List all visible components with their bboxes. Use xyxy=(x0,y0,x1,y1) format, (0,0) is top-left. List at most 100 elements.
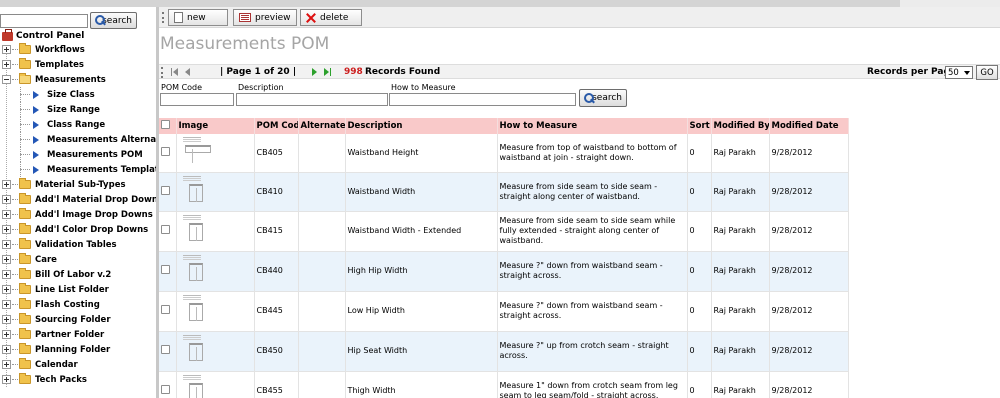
delete-button[interactable]: delete xyxy=(300,9,362,26)
first-page-icon[interactable] xyxy=(171,68,179,77)
expand-icon[interactable] xyxy=(2,375,11,384)
row-checkbox[interactable] xyxy=(161,345,170,354)
expand-icon[interactable] xyxy=(2,195,11,204)
column-header-image[interactable]: Image xyxy=(176,118,255,134)
sidebar-item-workflows[interactable]: Workflows xyxy=(0,42,85,57)
pom-thumbnail-image[interactable] xyxy=(182,374,219,398)
sidebar-item-sourcing-folder[interactable]: Sourcing Folder xyxy=(0,312,111,327)
table-row[interactable]: CB455 Thigh Width Measure 1" down from c… xyxy=(159,371,849,398)
expand-icon[interactable] xyxy=(2,300,11,309)
expand-icon[interactable] xyxy=(2,270,11,279)
expand-icon[interactable] xyxy=(2,330,11,339)
cell-modified-date: 9/28/2012 xyxy=(769,134,849,173)
collapse-icon[interactable] xyxy=(2,75,11,84)
sidebar-subitem-class-range[interactable]: Class Range xyxy=(20,117,105,132)
how-to-measure-filter-input[interactable] xyxy=(389,93,576,106)
sidebar-item-care[interactable]: Care xyxy=(0,252,57,267)
row-checkbox[interactable] xyxy=(161,265,170,274)
pom-thumbnail-image[interactable] xyxy=(182,294,219,328)
column-header-sort[interactable]: Sort xyxy=(687,118,712,134)
expand-icon[interactable] xyxy=(2,45,11,54)
sidebar-item-label: Planning Folder xyxy=(35,344,111,355)
cell-pom-code: CB405 xyxy=(254,134,299,173)
table-row[interactable]: CB440 High Hip Width Measure ?" down fro… xyxy=(159,251,849,292)
sidebar-subitem-size-range[interactable]: Size Range xyxy=(20,102,100,117)
column-header-alternates[interactable]: Alternates xyxy=(298,118,346,134)
pom-thumbnail-image[interactable] xyxy=(182,334,219,368)
sidebar-item-calendar[interactable]: Calendar xyxy=(0,357,78,372)
previous-page-icon[interactable] xyxy=(185,68,193,77)
sidebar-subitem-measurements-templates[interactable]: Measurements Templates xyxy=(20,162,156,177)
expand-icon[interactable] xyxy=(2,60,11,69)
table-row[interactable]: CB445 Low Hip Width Measure ?" down from… xyxy=(159,291,849,332)
row-checkbox[interactable] xyxy=(161,305,170,314)
go-button[interactable]: GO xyxy=(976,65,998,80)
sidebar-item-addl-color-drop-downs[interactable]: Add'l Color Drop Downs xyxy=(0,222,148,237)
pom-thumbnail-image[interactable] xyxy=(182,254,219,288)
sidebar-item-line-list-folder[interactable]: Line List Folder xyxy=(0,282,109,297)
select-all-checkbox[interactable] xyxy=(161,120,170,129)
row-checkbox[interactable] xyxy=(161,225,170,234)
new-button[interactable]: new xyxy=(168,9,228,26)
preview-button[interactable]: preview xyxy=(233,9,297,26)
search-icon xyxy=(584,92,595,104)
table-row[interactable]: CB405 Waistband Height Measure from top … xyxy=(159,134,849,173)
expand-icon[interactable] xyxy=(2,225,11,234)
sidebar-item-measurements[interactable]: Measurements xyxy=(0,72,106,87)
column-header-how-to-measure[interactable]: How to Measure xyxy=(497,118,688,134)
filter-search-button[interactable]: search xyxy=(579,89,627,107)
pom-thumbnail-image[interactable] xyxy=(182,214,219,248)
table-row[interactable]: CB415 Waistband Width - Extended Measure… xyxy=(159,211,849,252)
expand-icon[interactable] xyxy=(2,345,11,354)
sidebar-item-label: Validation Tables xyxy=(35,239,117,250)
expand-icon[interactable] xyxy=(2,180,11,189)
description-filter-input[interactable] xyxy=(236,93,388,106)
expand-icon[interactable] xyxy=(2,315,11,324)
sidebar-item-validation-tables[interactable]: Validation Tables xyxy=(0,237,117,252)
cell-modified-by: Raj Parakh xyxy=(711,331,770,372)
last-page-icon[interactable] xyxy=(324,68,332,77)
cell-how-to-measure: Measure 1" down from crotch seam from le… xyxy=(497,371,688,398)
cell-modified-by: Raj Parakh xyxy=(711,251,770,292)
sidebar-item-label: Add'l Image Drop Downs xyxy=(35,209,153,220)
row-checkbox[interactable] xyxy=(161,385,170,394)
column-header-modified-date[interactable]: Modified Date xyxy=(769,118,849,134)
sidebar-item-material-sub-types[interactable]: Material Sub-Types xyxy=(0,177,126,192)
next-page-icon[interactable] xyxy=(311,68,319,77)
sidebar-item-tech-packs[interactable]: Tech Packs xyxy=(0,372,87,387)
expand-icon[interactable] xyxy=(2,240,11,249)
sidebar-item-templates[interactable]: Templates xyxy=(0,57,84,72)
sidebar-item-addl-image-drop-downs[interactable]: Add'l Image Drop Downs xyxy=(0,207,153,222)
expand-icon[interactable] xyxy=(2,210,11,219)
column-header-description[interactable]: Description xyxy=(345,118,498,134)
select-all-header xyxy=(159,118,177,134)
column-header-pom-code[interactable]: POM Code xyxy=(254,118,299,134)
sidebar-item-flash-costing[interactable]: Flash Costing xyxy=(0,297,100,312)
sidebar-search-button[interactable]: search xyxy=(90,12,137,29)
expand-icon[interactable] xyxy=(2,360,11,369)
row-checkbox[interactable] xyxy=(161,146,170,156)
tree-root-control-panel[interactable]: Control Panel xyxy=(2,28,84,41)
pom-thumbnail-image[interactable] xyxy=(182,136,219,170)
delete-button-label: delete xyxy=(320,12,349,23)
sidebar-subitem-measurements-alternates[interactable]: Measurements Alternates xyxy=(20,132,156,147)
sidebar-search-input[interactable] xyxy=(0,14,88,28)
sidebar-item-addl-material-drop-downs[interactable]: Add'l Material Drop Downs xyxy=(0,192,156,207)
expand-icon[interactable] xyxy=(2,255,11,264)
table-row[interactable]: CB450 Hip Seat Width Measure ?" up from … xyxy=(159,331,849,372)
sidebar-item-planning-folder[interactable]: Planning Folder xyxy=(0,342,110,357)
arrow-right-icon xyxy=(33,90,39,99)
row-checkbox[interactable] xyxy=(161,185,170,195)
column-header-modified-by[interactable]: Modified By xyxy=(711,118,770,134)
sidebar-item-bill-of-labor[interactable]: Bill Of Labor v.2 xyxy=(0,267,111,282)
sidebar-subitem-measurements-pom[interactable]: Measurements POM xyxy=(20,147,143,162)
pom-thumbnail-image[interactable] xyxy=(182,175,219,209)
sidebar-subitem-size-class[interactable]: Size Class xyxy=(20,87,95,102)
records-per-page-select[interactable]: 50 xyxy=(945,66,973,79)
sidebar-subitem-label: Size Range xyxy=(47,104,100,115)
expand-icon[interactable] xyxy=(2,285,11,294)
cell-sort: 0 xyxy=(687,251,712,292)
table-row[interactable]: CB410 Waistband Width Measure from side … xyxy=(159,172,849,212)
pom-code-filter-input[interactable] xyxy=(160,93,234,106)
sidebar-item-partner-folder[interactable]: Partner Folder xyxy=(0,327,104,342)
